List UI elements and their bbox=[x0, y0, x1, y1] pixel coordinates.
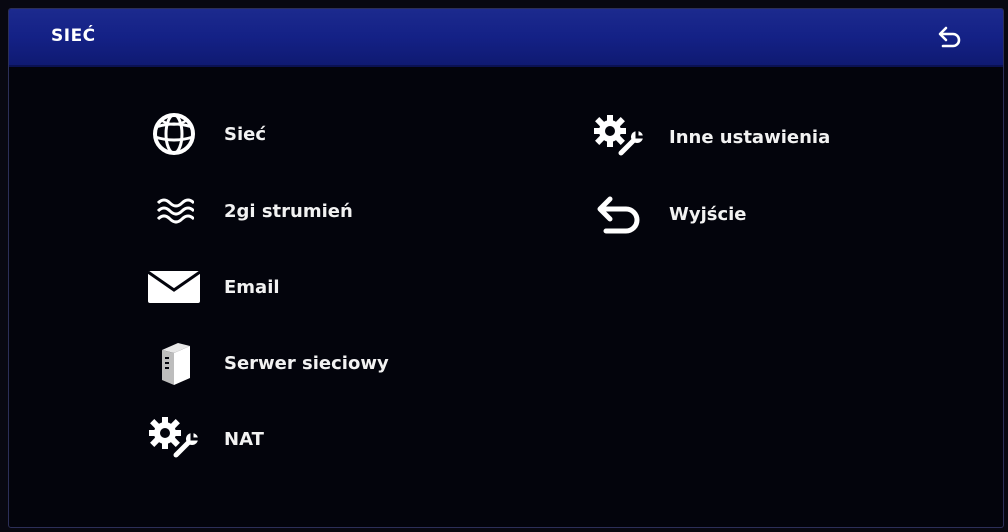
menu-item-inne-ustawienia[interactable]: Inne ustawienia bbox=[587, 112, 830, 162]
back-button[interactable] bbox=[937, 25, 963, 49]
gear-wrench-icon bbox=[142, 414, 206, 464]
menu-item-2gi-strumien[interactable]: 2gi strumień bbox=[142, 186, 353, 236]
network-settings-window: SIEĆ Sieć 2gi strumień Email Serwer siec… bbox=[8, 8, 1004, 528]
server-icon bbox=[142, 338, 206, 388]
menu-item-label: Sieć bbox=[224, 123, 267, 145]
window-title: SIEĆ bbox=[51, 26, 96, 46]
menu-item-label: NAT bbox=[224, 428, 264, 450]
gear-wrench-icon bbox=[587, 112, 651, 162]
menu-item-label: Inne ustawienia bbox=[669, 126, 831, 148]
menu-item-label: 2gi strumień bbox=[224, 200, 353, 222]
menu-item-email[interactable]: Email bbox=[142, 262, 280, 312]
menu-item-siec[interactable]: Sieć bbox=[142, 109, 266, 159]
waves-icon bbox=[142, 186, 206, 236]
envelope-icon bbox=[142, 262, 206, 312]
menu-item-label: Serwer sieciowy bbox=[224, 352, 389, 374]
globe-icon bbox=[142, 109, 206, 159]
title-bar: SIEĆ bbox=[9, 9, 1003, 67]
menu-item-nat[interactable]: NAT bbox=[142, 414, 264, 464]
menu-item-label: Email bbox=[224, 276, 280, 298]
menu-item-label: Wyjście bbox=[669, 203, 747, 225]
return-arrow-icon bbox=[587, 189, 651, 239]
screen: SIEĆ Sieć 2gi strumień Email Serwer siec… bbox=[0, 0, 1008, 532]
menu-item-wyjscie[interactable]: Wyjście bbox=[587, 189, 747, 239]
return-arrow-icon bbox=[938, 26, 961, 48]
menu-item-serwer-sieciowy[interactable]: Serwer sieciowy bbox=[142, 338, 389, 388]
